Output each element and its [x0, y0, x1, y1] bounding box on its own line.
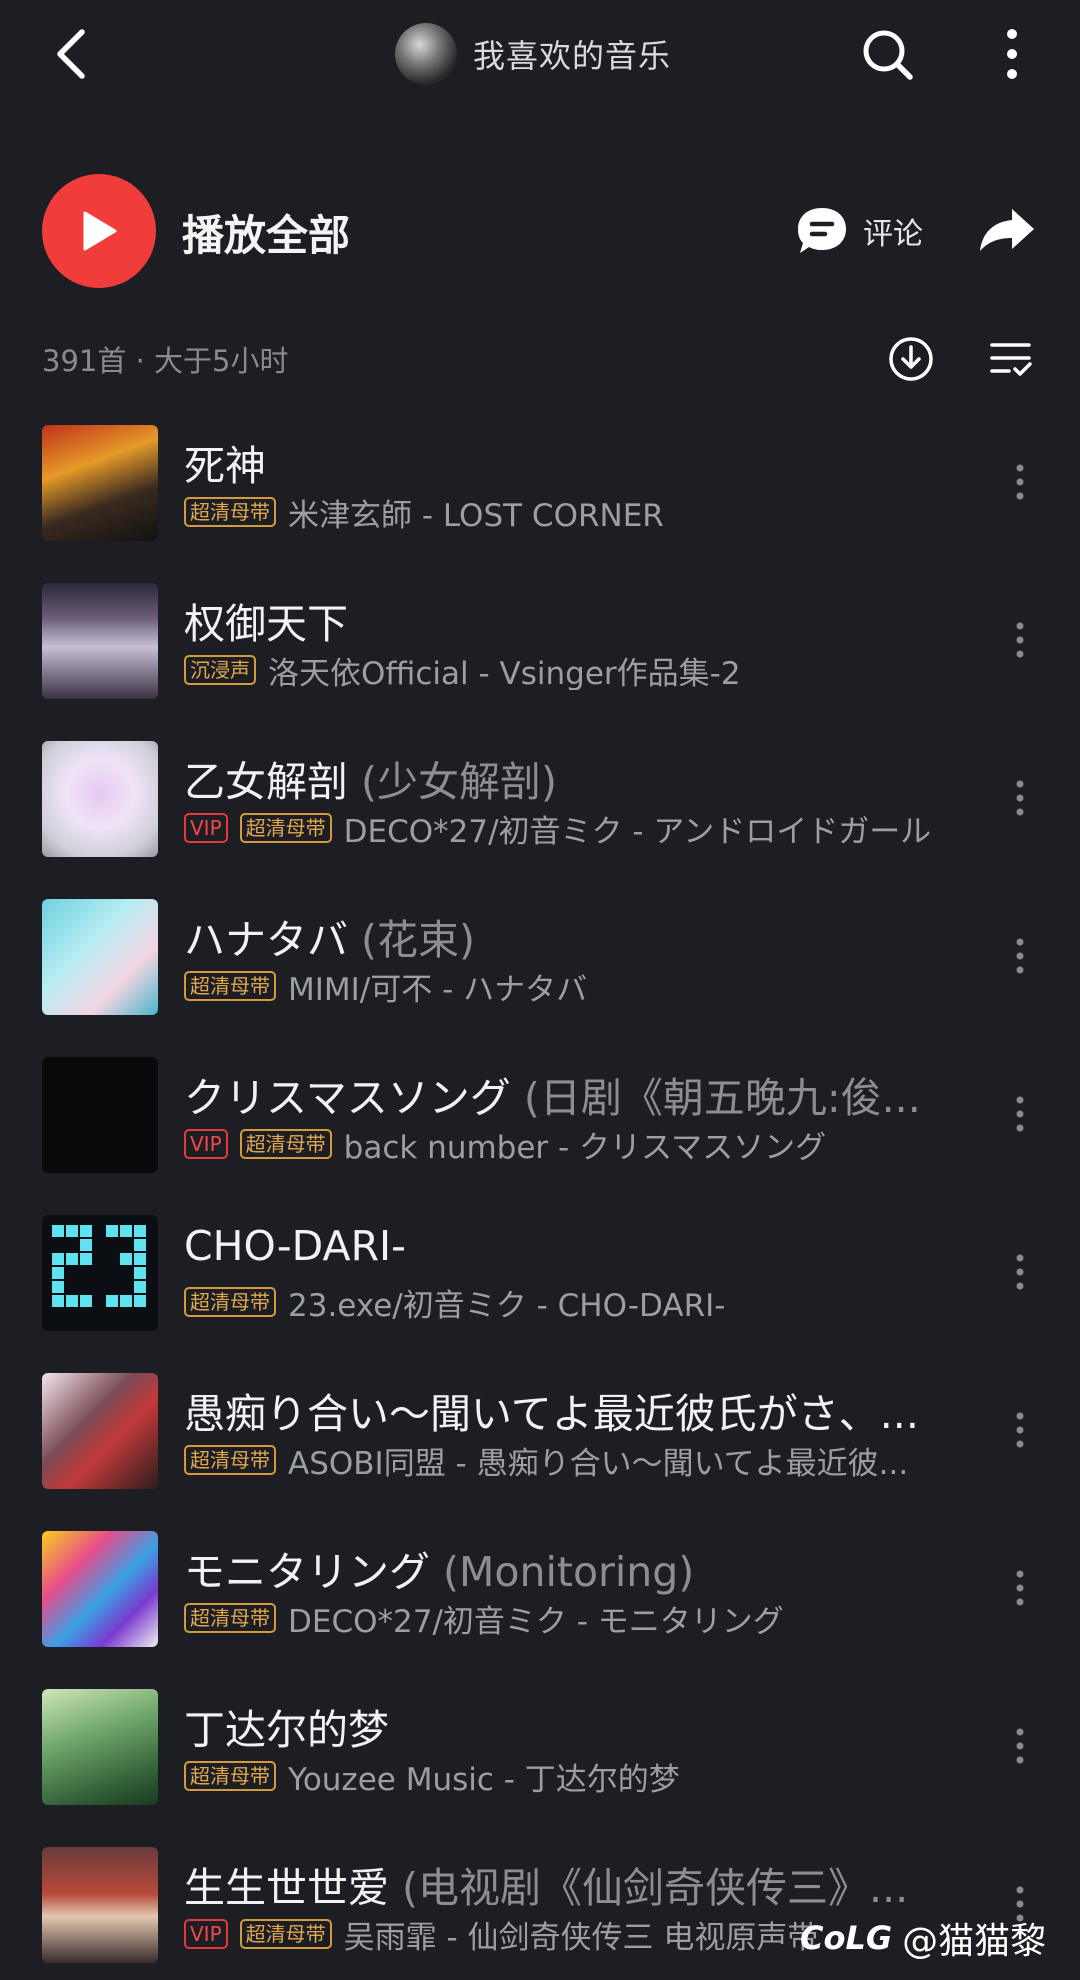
- top-bar: 我喜欢的音乐: [0, 0, 1080, 108]
- play-all-label[interactable]: 播放全部: [182, 202, 350, 263]
- song-row[interactable]: 愚痴り合い～聞いてよ最近彼氏がさ、... 超清母带 ASOBI同盟 - 愚痴り合…: [0, 1368, 1080, 1526]
- play-all-button[interactable]: [42, 174, 156, 288]
- song-more-icon[interactable]: [1000, 1084, 1040, 1144]
- song-more-icon[interactable]: [1000, 926, 1040, 986]
- quality-badge: 超清母带: [184, 1445, 276, 1475]
- song-title: モニタリング (Monitoring): [184, 1548, 695, 1596]
- song-title-alt: (少女解剖): [361, 758, 558, 806]
- song-subtitle: 超清母带 ASOBI同盟 - 愚痴り合い～聞いてよ最近彼...: [184, 1440, 954, 1480]
- song-row[interactable]: モニタリング (Monitoring) 超清母带 DECO*27/初音ミク - …: [0, 1526, 1080, 1684]
- quality-badge: 超清母带: [239, 1919, 332, 1949]
- song-title-alt: (Monitoring): [443, 1548, 695, 1596]
- song-subtitle: VIP 超清母带 back number - クリスマスソング: [184, 1124, 954, 1164]
- back-arrow-icon[interactable]: [40, 22, 104, 86]
- song-artist-album: ASOBI同盟 - 愚痴り合い～聞いてよ最近彼...: [288, 1445, 909, 1481]
- song-more-icon[interactable]: [1000, 452, 1040, 512]
- song-more-icon[interactable]: [1000, 1242, 1040, 1302]
- search-icon[interactable]: [855, 22, 919, 86]
- song-title: 乙女解剖 (少女解剖): [184, 758, 558, 806]
- playlist-page: 我喜欢的音乐 播放全部 评论 391首 · 大于5小时 死神 超清母带 米津玄師…: [0, 0, 1080, 1980]
- song-title: 生生世世爱 (电视剧《仙剑奇侠传三》...: [184, 1864, 909, 1912]
- watermark-text: @猫猫黎: [902, 1921, 1047, 1962]
- song-artist-album: DECO*27/初音ミク - モニタリング: [288, 1603, 784, 1639]
- play-icon: [83, 211, 117, 251]
- song-artist-album: 吴雨霏 - 仙剑奇侠传三 电视原声带: [343, 1919, 819, 1955]
- quality-badge: 超清母带: [184, 1603, 276, 1633]
- quality-badge: 超清母带: [239, 1129, 332, 1159]
- quality-badge: 超清母带: [184, 1287, 276, 1317]
- song-subtitle: 沉浸声 洛天依Official - Vsinger作品集-2: [184, 650, 954, 690]
- quality-badge: 超清母带: [184, 971, 276, 1001]
- song-artist-album: DECO*27/初音ミク - アンドロイドガール: [343, 813, 932, 849]
- quality-badge: 超清母带: [184, 497, 276, 527]
- share-icon[interactable]: [975, 200, 1039, 260]
- album-cover: [42, 1847, 158, 1963]
- album-cover: [42, 1373, 158, 1489]
- song-row[interactable]: 权御天下 沉浸声 洛天依Official - Vsinger作品集-2: [0, 578, 1080, 736]
- song-subtitle: VIP 超清母带 DECO*27/初音ミク - アンドロイドガール: [184, 808, 954, 848]
- song-title: 死神: [184, 442, 266, 490]
- vip-badge: VIP: [184, 813, 228, 843]
- song-more-icon[interactable]: [1000, 1400, 1040, 1460]
- album-cover: [42, 899, 158, 1015]
- song-row[interactable]: ハナタバ (花束) 超清母带 MIMI/可不 - ハナタバ: [0, 894, 1080, 1052]
- album-cover: [42, 1215, 158, 1331]
- song-subtitle: 超清母带 米津玄師 - LOST CORNER: [184, 492, 954, 532]
- song-title: ハナタバ (花束): [184, 916, 476, 964]
- song-artist-album: 米津玄師 - LOST CORNER: [288, 497, 664, 533]
- song-subtitle: 超清母带 DECO*27/初音ミク - モニタリング: [184, 1598, 954, 1638]
- song-count: 391首 · 大于5小时: [42, 344, 289, 378]
- song-subtitle: 超清母带 Youzee Music - 丁达尔的梦: [184, 1756, 954, 1796]
- playlist-title-wrap[interactable]: 我喜欢的音乐: [395, 22, 671, 86]
- album-cover: [42, 425, 158, 541]
- album-cover: [42, 741, 158, 857]
- playlist-title: 我喜欢的音乐: [473, 37, 672, 75]
- song-title: CHO-DARI-: [184, 1222, 406, 1270]
- song-title: 愚痴り合い～聞いてよ最近彼氏がさ、...: [184, 1390, 919, 1438]
- song-subtitle: 超清母带 MIMI/可不 - ハナタバ: [184, 966, 954, 1006]
- album-cover: [42, 583, 158, 699]
- album-cover: [42, 1057, 158, 1173]
- song-artist-album: 洛天依Official - Vsinger作品集-2: [268, 655, 741, 691]
- download-icon[interactable]: [882, 330, 940, 388]
- song-artist-album: MIMI/可不 - ハナタバ: [288, 971, 588, 1007]
- quality-badge: 沉浸声: [184, 655, 256, 685]
- song-more-icon[interactable]: [1000, 1716, 1040, 1776]
- song-row[interactable]: CHO-DARI- 超清母带 23.exe/初音ミク - CHO-DARI-: [0, 1210, 1080, 1368]
- playlist-avatar: [395, 23, 457, 85]
- comment-bubble-icon: [798, 208, 846, 253]
- vip-badge: VIP: [184, 1129, 228, 1159]
- song-row[interactable]: クリスマスソング (日剧《朝五晚九:俊... VIP 超清母带 back num…: [0, 1052, 1080, 1210]
- song-more-icon[interactable]: [1000, 1558, 1040, 1618]
- sort-list-icon[interactable]: [982, 330, 1040, 388]
- quality-badge: 超清母带: [184, 1761, 276, 1791]
- watermark-logo: CoLG: [800, 1919, 893, 1957]
- more-vertical-icon[interactable]: [980, 22, 1044, 86]
- song-subtitle: 超清母带 23.exe/初音ミク - CHO-DARI-: [184, 1282, 954, 1322]
- playlist-meta-row: 391首 · 大于5小时: [0, 330, 1080, 390]
- quality-badge: 超清母带: [239, 813, 332, 843]
- song-title-alt: (日剧《朝五晚九:俊...: [523, 1074, 921, 1122]
- song-row[interactable]: 丁达尔的梦 超清母带 Youzee Music - 丁达尔的梦: [0, 1684, 1080, 1842]
- album-cover: [42, 1531, 158, 1647]
- song-title-alt: (电视剧《仙剑奇侠传三》...: [402, 1864, 909, 1912]
- song-more-icon[interactable]: [1000, 610, 1040, 670]
- song-artist-album: back number - クリスマスソング: [343, 1129, 827, 1165]
- play-all-row: 播放全部 评论: [0, 170, 1080, 294]
- song-artist-album: Youzee Music - 丁达尔的梦: [288, 1761, 680, 1797]
- album-cover: [42, 1689, 158, 1805]
- song-more-icon[interactable]: [1000, 768, 1040, 828]
- song-title: クリスマスソング (日剧《朝五晚九:俊...: [184, 1074, 921, 1122]
- comment-label: 评论: [863, 217, 923, 252]
- song-title: 权御天下: [184, 600, 348, 648]
- song-list: 死神 超清母带 米津玄師 - LOST CORNER 权御天下 沉浸声 洛天依O…: [0, 420, 1080, 1980]
- song-row[interactable]: 死神 超清母带 米津玄師 - LOST CORNER: [0, 420, 1080, 578]
- vip-badge: VIP: [184, 1919, 228, 1949]
- song-title: 丁达尔的梦: [184, 1706, 389, 1754]
- watermark: CoLG @猫猫黎: [800, 1912, 1046, 1964]
- song-row[interactable]: 乙女解剖 (少女解剖) VIP 超清母带 DECO*27/初音ミク - アンドロ…: [0, 736, 1080, 894]
- comment-button[interactable]: 评论: [795, 203, 923, 259]
- song-title-alt: (花束): [361, 916, 476, 964]
- song-artist-album: 23.exe/初音ミク - CHO-DARI-: [288, 1287, 726, 1323]
